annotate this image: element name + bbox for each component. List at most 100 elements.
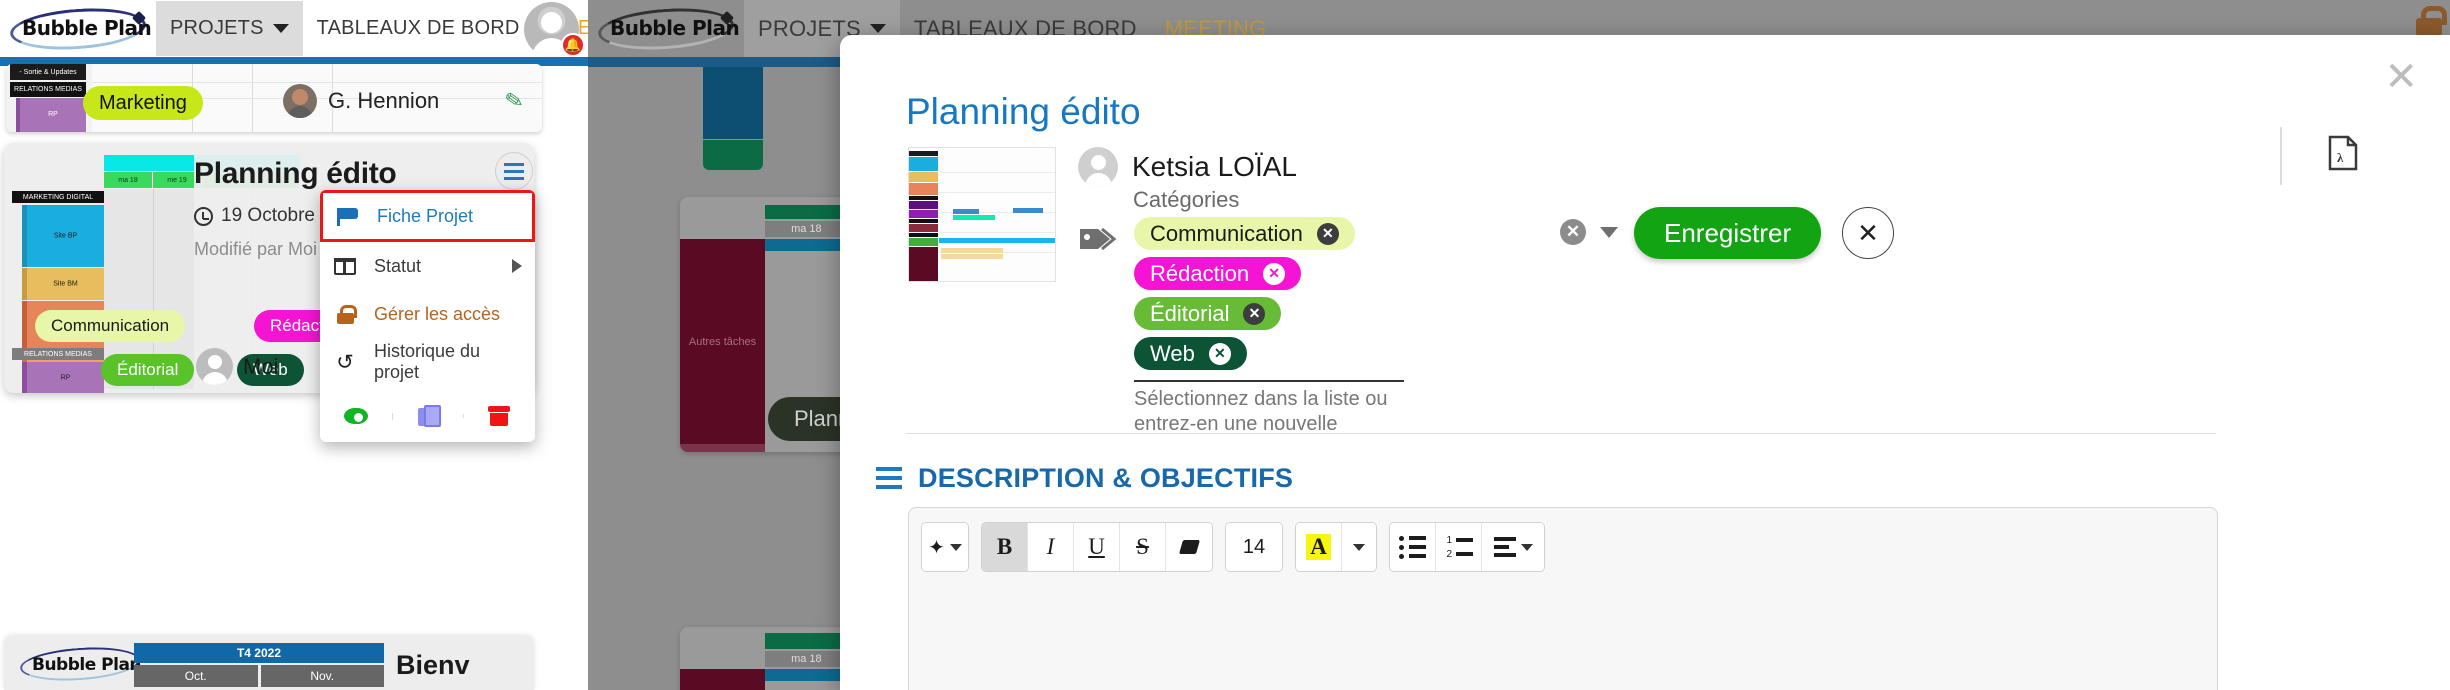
- nav-item-projets[interactable]: PROJETS: [156, 1, 303, 56]
- duplicate-icon[interactable]: [391, 404, 464, 428]
- bottom-project-card[interactable]: Bubble Plan T4 2022 Oct. Nov. Bienv: [4, 636, 534, 690]
- gantt-bar-rp-label: RP: [48, 111, 58, 118]
- eraser-icon[interactable]: [1166, 523, 1212, 571]
- chevron-down-icon: [272, 24, 289, 33]
- menu-item-gerer-les-acces[interactable]: Gérer les accès: [320, 290, 535, 338]
- assignee-avatar: [283, 84, 317, 118]
- bubble-plan-logo[interactable]: Bubble Plan: [596, 3, 744, 54]
- bubble-plan-logo[interactable]: Bubble Plan: [8, 3, 156, 54]
- text-color-button[interactable]: A: [1296, 523, 1342, 571]
- owner-name: Moi: [243, 353, 279, 379]
- menu-item-label: Fiche Projet: [377, 205, 474, 226]
- svg-text:λ: λ: [2337, 150, 2344, 165]
- marketing-chip-label: Marketing: [99, 91, 187, 114]
- menu-item-statut[interactable]: Statut: [320, 242, 535, 290]
- owner-avatar: [196, 348, 233, 385]
- toolbar-group-lists: 12: [1389, 522, 1545, 572]
- toolbar-group-format: B I U S: [981, 522, 1213, 572]
- mini-gantt-row-bar: Site BM: [22, 268, 104, 300]
- eye-icon[interactable]: [320, 408, 392, 424]
- magic-wand-icon[interactable]: ✦: [922, 523, 968, 571]
- gantt-bar-rp[interactable]: RP: [16, 98, 86, 132]
- strikethrough-button[interactable]: S: [1120, 523, 1166, 571]
- bold-button[interactable]: B: [982, 523, 1028, 571]
- context-menu-footer: [320, 390, 535, 442]
- remove-category-icon[interactable]: ✕: [1316, 222, 1339, 245]
- columns-icon: [332, 257, 358, 275]
- assignee-row[interactable]: G. Hennion: [283, 84, 439, 118]
- bg-day-cell: ma 18: [765, 221, 849, 237]
- mini-gantt-group-label: MARKETING DIGITAL: [12, 191, 104, 203]
- remove-category-icon[interactable]: ✕: [1263, 262, 1286, 285]
- menu-item-fiche-projet[interactable]: Fiche Projet: [320, 190, 535, 242]
- mini-gantt-group-label: RELATIONS MEDIAS: [12, 348, 104, 360]
- flag-icon: [335, 208, 361, 226]
- align-icon[interactable]: [1482, 523, 1544, 571]
- remove-category-icon[interactable]: ✕: [1243, 302, 1266, 325]
- marketing-chip[interactable]: Marketing: [83, 86, 203, 120]
- mini-gantt-row-label: Site BP: [53, 232, 78, 240]
- month-cell: Oct.: [134, 665, 258, 687]
- bullet-list-icon[interactable]: [1390, 523, 1436, 571]
- font-size-button[interactable]: 14: [1226, 523, 1282, 571]
- category-chip-communication[interactable]: Communication ✕: [1134, 217, 1355, 250]
- gantt-group-label-bottom: RELATIONS MEDIAS: [10, 82, 86, 97]
- modal-title: Planning édito: [906, 91, 1141, 132]
- description-editor[interactable]: ✦ B I U S 14 A 1 2: [908, 507, 2218, 690]
- lock-icon: [332, 304, 358, 324]
- tag-editorial[interactable]: Éditorial: [101, 354, 195, 386]
- italic-button[interactable]: I: [1028, 523, 1074, 571]
- logo-text: Bubble Plan: [610, 15, 740, 40]
- categories-label: Catégories: [1133, 187, 1240, 212]
- menu-item-historique-du-projet[interactable]: ↺ Historique du projet: [320, 338, 535, 386]
- hamburger-icon[interactable]: [495, 152, 533, 190]
- modal-owner-row: Ketsia LOÏAL: [1078, 147, 1297, 187]
- bell-icon[interactable]: 🔔: [561, 33, 585, 57]
- month-headers: Oct. Nov.: [134, 665, 384, 687]
- nav-item-tableaux-de-bord[interactable]: TABLEAUX DE BORD: [303, 1, 534, 56]
- greeting-text: Bienv: [396, 650, 470, 680]
- gantt-group-label-top: - Sortie & Updates: [10, 64, 86, 80]
- underline-button[interactable]: U: [1074, 523, 1120, 571]
- save-button-label: Enregistrer: [1664, 217, 1792, 248]
- remove-category-icon[interactable]: ✕: [1208, 342, 1231, 365]
- avatar: [1078, 147, 1118, 187]
- cancel-button[interactable]: ✕: [1842, 207, 1894, 259]
- toolbar-group-color: A: [1295, 522, 1377, 572]
- bg-row-bar: Autres tâches: [680, 239, 765, 444]
- archive-icon[interactable]: [463, 406, 535, 426]
- category-chip-redaction[interactable]: Rédaction ✕: [1134, 257, 1302, 290]
- toolbar-group-magic: ✦: [921, 522, 969, 572]
- category-chip-label: Communication: [1150, 220, 1303, 246]
- save-button[interactable]: Enregistrer: [1634, 207, 1822, 259]
- category-chip-label: Éditorial: [1150, 300, 1230, 326]
- project-owner-row[interactable]: Moi: [196, 348, 278, 385]
- category-chip-label: Rédaction: [1150, 260, 1250, 286]
- project-thumbnail[interactable]: [908, 147, 1056, 282]
- tag-communication[interactable]: Communication: [35, 310, 186, 342]
- category-chip-web[interactable]: Web ✕: [1134, 337, 1247, 370]
- right-capture-panel: Bubble Plan PROJETS TABLEAUX DE BORD MEE…: [588, 0, 2450, 690]
- lock-icon[interactable]: [2416, 6, 2447, 36]
- numbered-list-icon[interactable]: 12: [1436, 523, 1482, 571]
- description-section-title: DESCRIPTION & OBJECTIFS: [918, 463, 1294, 493]
- close-icon[interactable]: ✕: [2384, 57, 2418, 97]
- mini-gantt-row-label: Site BM: [53, 280, 78, 288]
- category-chip-label: Web: [1150, 340, 1195, 366]
- chevron-down-icon[interactable]: [1600, 227, 1618, 238]
- modal-owner-name: Ketsia LOÏAL: [1132, 151, 1297, 182]
- clear-icon[interactable]: ✕: [1560, 219, 1586, 245]
- menu-item-label: Gérer les accès: [374, 303, 501, 324]
- pdf-icon[interactable]: λ: [2328, 135, 2358, 171]
- mini-gantt-row-bar: Site BP: [22, 205, 104, 267]
- text-color-glyph: A: [1306, 534, 1331, 560]
- tag-icon: [1078, 223, 1120, 255]
- chevron-down-icon[interactable]: [1342, 523, 1376, 571]
- bg-row-label: Autres tâches: [688, 335, 757, 348]
- assignee-name: G. Hennion: [328, 88, 440, 113]
- clock-icon: [194, 206, 213, 226]
- tag-label: Communication: [51, 316, 170, 335]
- section-divider: [906, 433, 2216, 434]
- categories-help-text: Sélectionnez dans la liste ou entrez-en …: [1134, 388, 1388, 435]
- category-chip-editorial[interactable]: Éditorial ✕: [1134, 297, 1282, 330]
